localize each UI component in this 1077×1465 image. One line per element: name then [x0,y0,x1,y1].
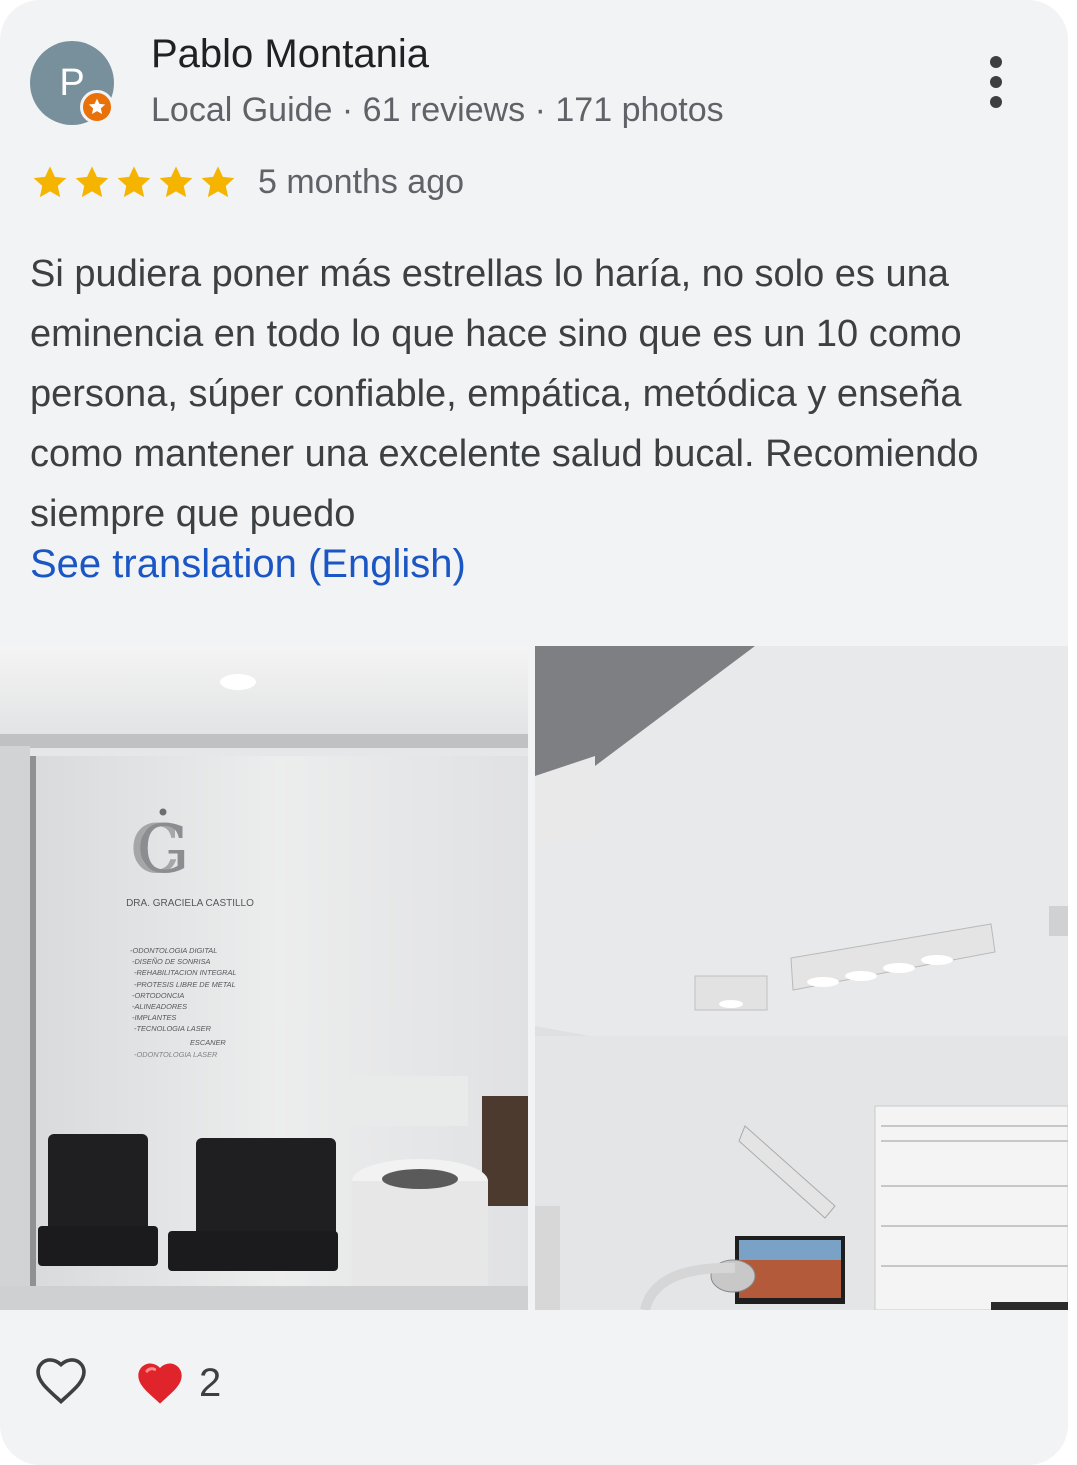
star-icon [201,166,235,198]
red-heart-reaction-icon[interactable] [133,1357,187,1409]
star-icon [33,166,67,198]
reviewer-name[interactable]: Pablo Montania [151,32,429,77]
star-icon [117,166,151,198]
more-dot-icon [990,56,1002,68]
local-guide-badge-icon [80,90,114,124]
more-dot-icon [990,76,1002,88]
service-item: -ALINEADORES [132,1002,187,1011]
star-icon [75,166,109,198]
more-dot-icon [990,96,1002,108]
reviewer-meta: Local Guide · 61 reviews · 171 photos [151,91,724,129]
more-options-button[interactable] [976,52,1016,112]
review-photo-entrance[interactable]: G C DRA. GRACIELA CASTILLO -ODONTOLOGIA … [0,646,528,1310]
review-card: P Pablo Montania Local Guide · 61 review… [0,0,1068,1465]
star-rating [30,164,238,202]
review-photo-treatment-room[interactable] [535,646,1068,1310]
service-item: -ORTODONCIA [132,991,184,1000]
service-item: -IMPLANTES [132,1013,176,1022]
svg-text:C: C [130,811,181,888]
like-heart-outline-icon[interactable] [30,1352,92,1410]
star-icon [159,166,193,198]
service-item: -DISEÑO DE SONRISA [132,957,211,966]
service-item: -TECNOLOGIA LASER [134,1024,212,1033]
service-item: -REHABILITACION INTEGRAL [134,968,237,977]
see-translation-link[interactable]: See translation (English) [30,542,466,587]
service-item: -ODONTOLOGIA LASER [134,1050,218,1059]
service-item: ESCANER [190,1038,226,1047]
review-text: Si pudiera poner más estrellas lo haría,… [30,253,979,535]
review-date: 5 months ago [258,163,465,201]
reaction-count: 2 [199,1361,222,1405]
clinic-sign-title: DRA. GRACIELA CASTILLO [126,898,254,909]
service-item: -PROTESIS LIBRE DE METAL [134,980,236,989]
service-item: -ODONTOLOGIA DIGITAL [130,946,217,955]
